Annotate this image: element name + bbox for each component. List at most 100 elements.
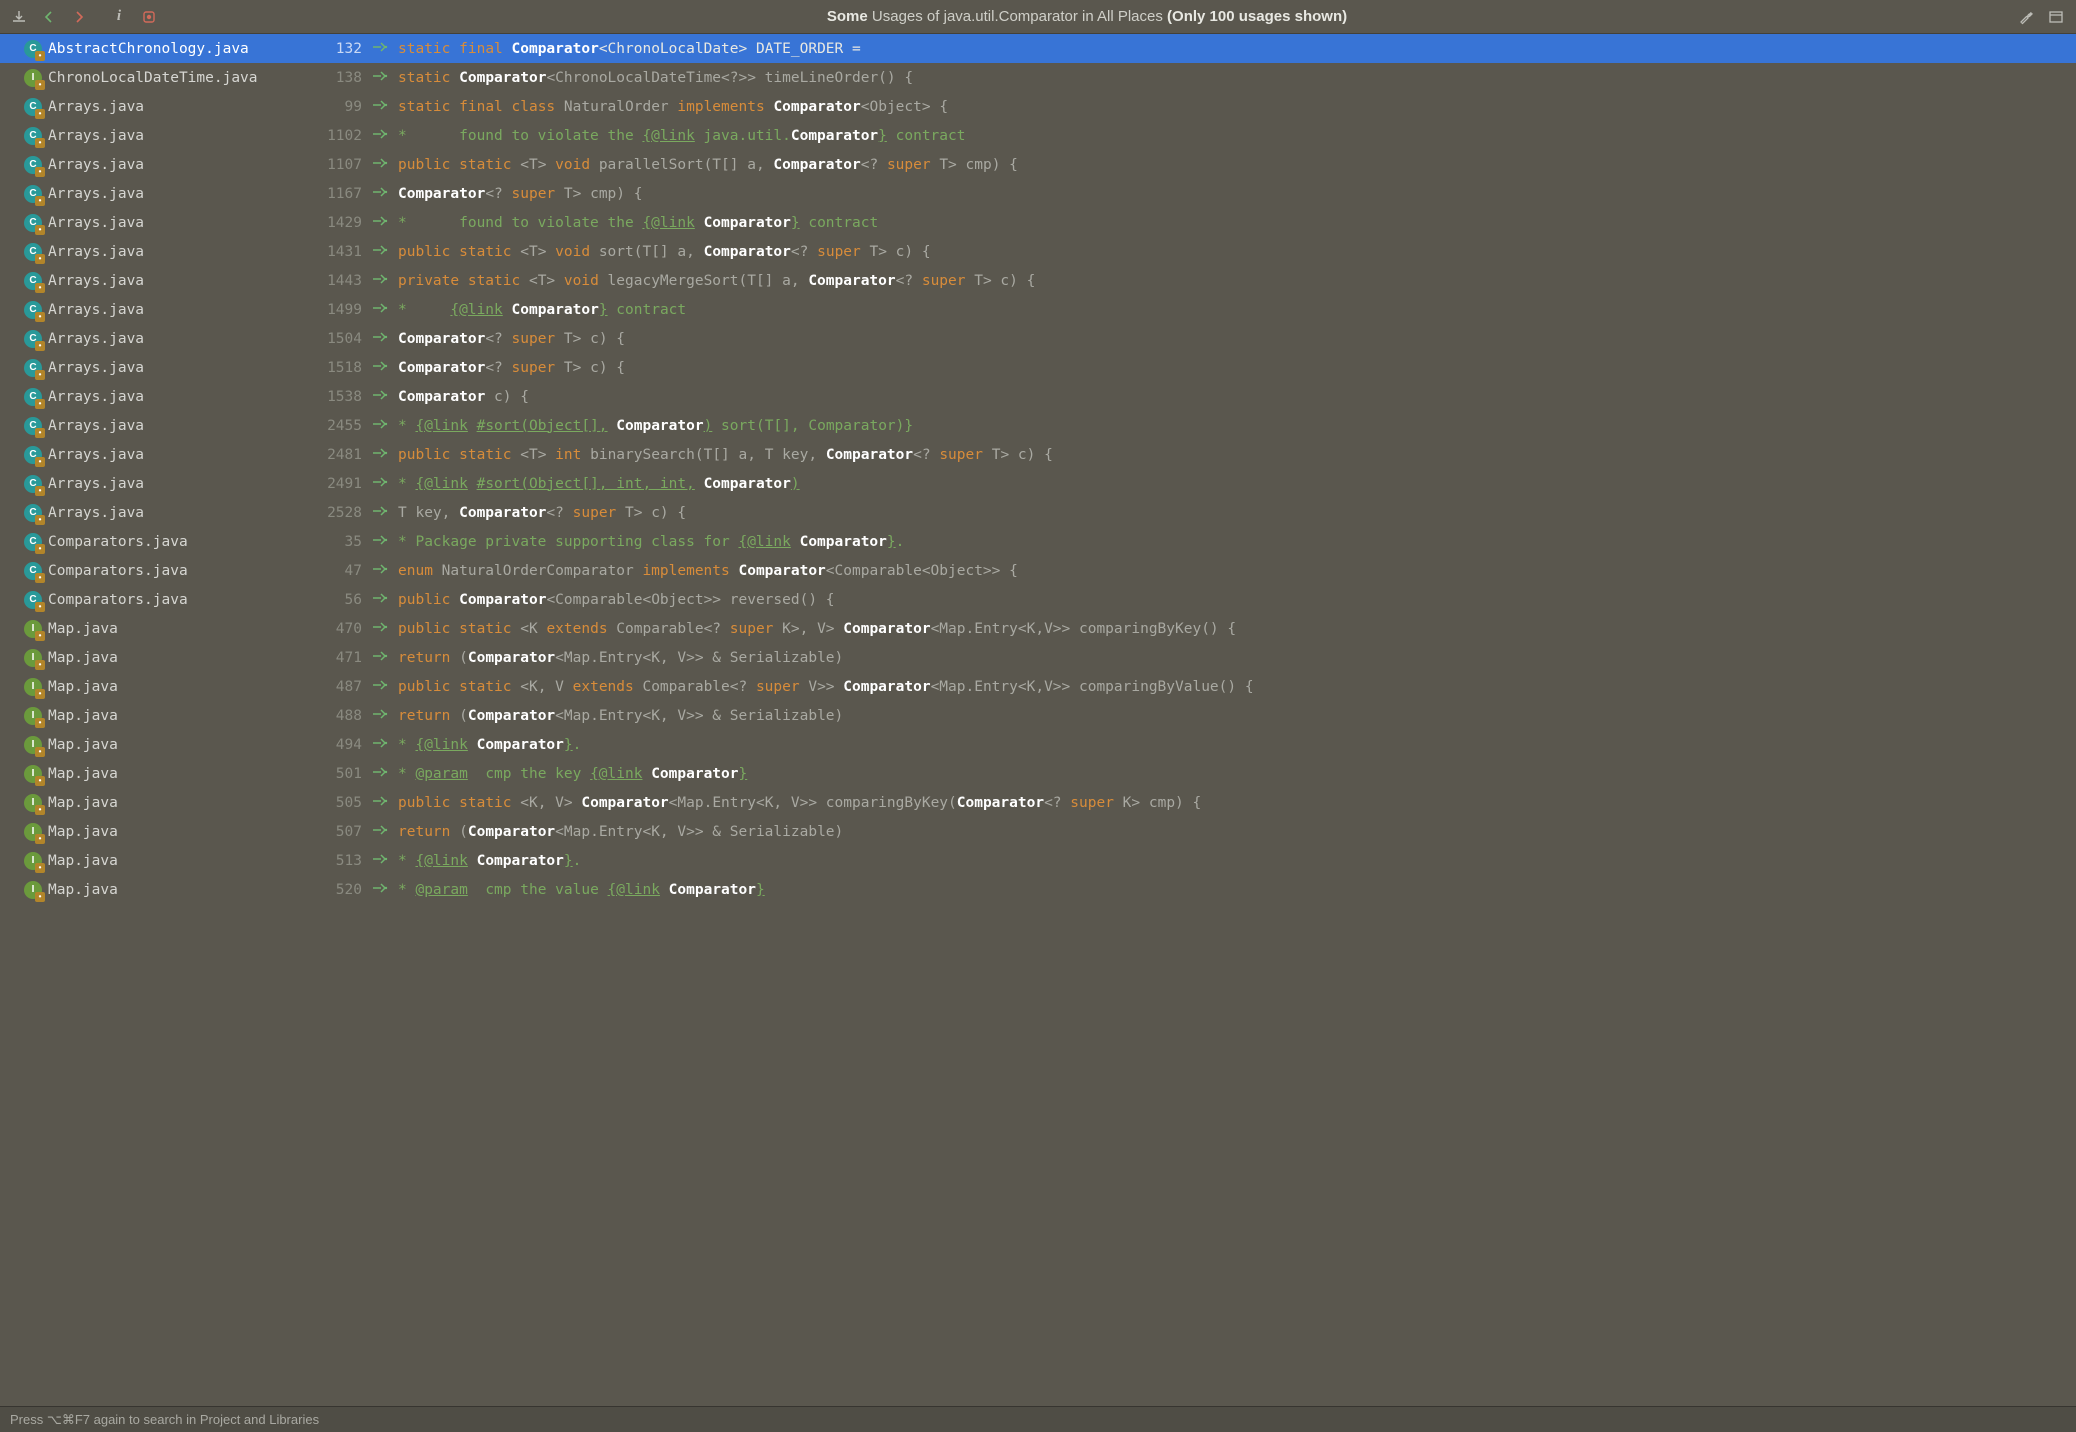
usage-snippet: T key, Comparator<? super T> c) { xyxy=(398,505,2076,521)
usage-snippet: public static <K, V extends Comparable<?… xyxy=(398,679,2076,695)
class-file-icon: C• xyxy=(24,301,42,319)
usage-line-number: 1504 xyxy=(308,331,362,347)
usage-filename: Arrays.java xyxy=(48,389,308,405)
usage-line-number: 501 xyxy=(308,766,362,782)
target-icon[interactable] xyxy=(136,4,162,30)
usage-row[interactable]: I•Map.java513* {@link Comparator}. xyxy=(0,846,2076,875)
usage-row[interactable]: C•Comparators.java47enum NaturalOrderCom… xyxy=(0,556,2076,585)
usage-filename: Arrays.java xyxy=(48,215,308,231)
usage-line-number: 487 xyxy=(308,679,362,695)
usage-filename: Arrays.java xyxy=(48,476,308,492)
lock-overlay-icon: • xyxy=(35,283,45,293)
window-icon[interactable] xyxy=(2046,7,2066,27)
usage-line-number: 1107 xyxy=(308,157,362,173)
usage-snippet: * {@link Comparator}. xyxy=(398,853,2076,869)
usage-row[interactable]: C•Arrays.java1538Comparator c) { xyxy=(0,382,2076,411)
usage-row[interactable]: C•Arrays.java1431public static <T> void … xyxy=(0,237,2076,266)
prev-occurrence-icon[interactable] xyxy=(36,4,62,30)
usage-row[interactable]: C•Arrays.java1499* {@link Comparator} co… xyxy=(0,295,2076,324)
interface-file-icon: I• xyxy=(24,852,42,870)
changed-indicator-icon xyxy=(372,273,394,289)
usage-row[interactable]: I•Map.java488return (Comparator<Map.Entr… xyxy=(0,701,2076,730)
usage-row[interactable]: C•Arrays.java1102* found to violate the … xyxy=(0,121,2076,150)
changed-indicator-icon xyxy=(372,389,394,405)
interface-file-icon: I• xyxy=(24,707,42,725)
usage-row[interactable]: I•Map.java505public static <K, V> Compar… xyxy=(0,788,2076,817)
usage-filename: Arrays.java xyxy=(48,273,308,289)
usage-filename: Map.java xyxy=(48,679,308,695)
lock-overlay-icon: • xyxy=(35,776,45,786)
usage-row[interactable]: I•Map.java494* {@link Comparator}. xyxy=(0,730,2076,759)
usage-row[interactable]: I•Map.java471return (Comparator<Map.Entr… xyxy=(0,643,2076,672)
status-hint: Press ⌥⌘F7 again to search in Project an… xyxy=(10,1412,319,1428)
usage-snippet: * {@link Comparator} contract xyxy=(398,302,2076,318)
usage-row[interactable]: C•Arrays.java2455* {@link #sort(Object[]… xyxy=(0,411,2076,440)
usage-line-number: 99 xyxy=(308,99,362,115)
next-occurrence-icon[interactable] xyxy=(66,4,92,30)
lock-overlay-icon: • xyxy=(35,892,45,902)
class-file-icon: C• xyxy=(24,156,42,174)
class-file-icon: C• xyxy=(24,504,42,522)
usage-snippet: * @param cmp the value {@link Comparator… xyxy=(398,882,2076,898)
usage-row[interactable]: I•Map.java507return (Comparator<Map.Entr… xyxy=(0,817,2076,846)
usage-row[interactable]: C•AbstractChronology.java132static final… xyxy=(0,34,2076,63)
lock-overlay-icon: • xyxy=(35,138,45,148)
changed-indicator-icon xyxy=(372,592,394,608)
usage-row[interactable]: C•Comparators.java35* Package private su… xyxy=(0,527,2076,556)
class-file-icon: C• xyxy=(24,359,42,377)
usage-filename: Map.java xyxy=(48,795,308,811)
usage-row[interactable]: C•Arrays.java1167Comparator<? super T> c… xyxy=(0,179,2076,208)
usage-row[interactable]: I•Map.java470public static <K extends Co… xyxy=(0,614,2076,643)
changed-indicator-icon xyxy=(372,737,394,753)
usage-row[interactable]: I•Map.java520* @param cmp the value {@li… xyxy=(0,875,2076,904)
wrench-icon[interactable] xyxy=(2016,7,2036,27)
usage-row[interactable]: I•ChronoLocalDateTime.java138static Comp… xyxy=(0,63,2076,92)
results-list[interactable]: C•AbstractChronology.java132static final… xyxy=(0,34,2076,1406)
changed-indicator-icon xyxy=(372,447,394,463)
usage-snippet: static final Comparator<ChronoLocalDate>… xyxy=(398,41,2076,57)
usage-filename: Comparators.java xyxy=(48,592,308,608)
usage-row[interactable]: C•Arrays.java1107public static <T> void … xyxy=(0,150,2076,179)
usage-snippet: private static <T> void legacyMergeSort(… xyxy=(398,273,2076,289)
class-file-icon: C• xyxy=(24,388,42,406)
usage-filename: Comparators.java xyxy=(48,563,308,579)
changed-indicator-icon xyxy=(372,360,394,376)
usage-snippet: * found to violate the {@link Comparator… xyxy=(398,215,2076,231)
changed-indicator-icon xyxy=(372,766,394,782)
usage-line-number: 1499 xyxy=(308,302,362,318)
usage-snippet: Comparator<? super T> c) { xyxy=(398,331,2076,347)
usage-filename: Arrays.java xyxy=(48,157,308,173)
usage-row[interactable]: C•Arrays.java2528T key, Comparator<? sup… xyxy=(0,498,2076,527)
usage-line-number: 1538 xyxy=(308,389,362,405)
lock-overlay-icon: • xyxy=(35,370,45,380)
usage-row[interactable]: C•Comparators.java56public Comparator<Co… xyxy=(0,585,2076,614)
usage-row[interactable]: C•Arrays.java2481public static <T> int b… xyxy=(0,440,2076,469)
usage-row[interactable]: C•Arrays.java2491* {@link #sort(Object[]… xyxy=(0,469,2076,498)
lock-overlay-icon: • xyxy=(35,863,45,873)
lock-overlay-icon: • xyxy=(35,399,45,409)
info-icon[interactable]: i xyxy=(106,4,132,30)
class-file-icon: C• xyxy=(24,591,42,609)
status-bar: Press ⌥⌘F7 again to search in Project an… xyxy=(0,1406,2076,1432)
usage-row[interactable]: C•Arrays.java1429* found to violate the … xyxy=(0,208,2076,237)
lock-overlay-icon: • xyxy=(35,515,45,525)
usage-row[interactable]: C•Arrays.java1443private static <T> void… xyxy=(0,266,2076,295)
export-icon[interactable] xyxy=(6,4,32,30)
usage-row[interactable]: C•Arrays.java1504Comparator<? super T> c… xyxy=(0,324,2076,353)
usage-snippet: * Package private supporting class for {… xyxy=(398,534,2076,550)
usage-snippet: public static <T> int binarySearch(T[] a… xyxy=(398,447,2076,463)
lock-overlay-icon: • xyxy=(35,544,45,554)
class-file-icon: C• xyxy=(24,417,42,435)
usage-row[interactable]: C•Arrays.java99static final class Natura… xyxy=(0,92,2076,121)
changed-indicator-icon xyxy=(372,331,394,347)
usage-row[interactable]: I•Map.java487public static <K, V extends… xyxy=(0,672,2076,701)
lock-overlay-icon: • xyxy=(35,718,45,728)
usage-row[interactable]: I•Map.java501* @param cmp the key {@link… xyxy=(0,759,2076,788)
lock-overlay-icon: • xyxy=(35,196,45,206)
lock-overlay-icon: • xyxy=(35,457,45,467)
usage-line-number: 1429 xyxy=(308,215,362,231)
changed-indicator-icon xyxy=(372,157,394,173)
class-file-icon: C• xyxy=(24,562,42,580)
lock-overlay-icon: • xyxy=(35,109,45,119)
usage-row[interactable]: C•Arrays.java1518Comparator<? super T> c… xyxy=(0,353,2076,382)
